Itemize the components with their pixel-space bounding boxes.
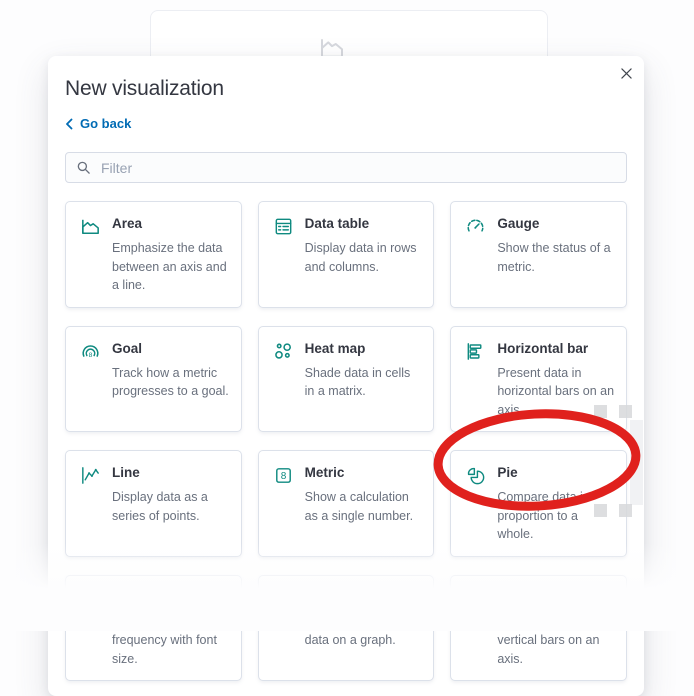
goal-gauge-icon: 8 (79, 339, 103, 420)
horizontal-bar-icon (464, 339, 488, 420)
selection-handle (594, 405, 607, 418)
viz-card-title: Metric (304, 465, 345, 480)
go-back-link[interactable]: Go back (65, 116, 131, 132)
filter-search-bar (65, 152, 627, 183)
viz-card-timelion[interactable]: Timelion Show time series data on a grap… (257, 574, 435, 681)
viz-card-goal[interactable]: 8 Goal Track how a metric progresses to … (65, 325, 242, 432)
viz-card-line[interactable]: Line Display data as a series of points. (65, 450, 242, 557)
page-title: New visualization (65, 77, 224, 100)
viz-card-gauge[interactable]: Gauge Show the status of a metric. (450, 201, 627, 308)
heat-map-icon (272, 339, 296, 420)
line-chart-icon (79, 463, 103, 544)
viz-card-description: Emphasize the data between an axis and a… (112, 241, 227, 292)
selection-edge-artifact (630, 420, 643, 505)
chevron-left-icon (65, 118, 73, 130)
viz-card-description: Display data as a series of points. (112, 490, 208, 523)
selection-handle (619, 405, 632, 418)
viz-card-tag-cloud[interactable]: Tag cloud Display word frequency with fo… (65, 574, 242, 681)
visualization-type-grid: Area Emphasize the data between an axis … (65, 201, 627, 681)
area-chart-icon (79, 214, 103, 295)
gauge-icon (464, 214, 488, 295)
viz-card-metric[interactable]: 8 Metric Show a calculation as a single … (257, 450, 435, 557)
viz-card-description: Show time series data on a graph. (304, 614, 400, 648)
viz-card-title: Heat map (304, 340, 366, 356)
viz-card-description: Shade data in cells in a matrix. (304, 365, 411, 399)
svg-text:8: 8 (280, 471, 286, 482)
viz-card-title: Timelion (304, 589, 360, 605)
close-icon[interactable] (617, 64, 635, 82)
viz-card-title: Horizontal bar (497, 340, 589, 356)
search-icon (76, 160, 91, 175)
tag-cloud-icon (79, 588, 103, 669)
viz-card-title: Area (112, 216, 143, 231)
viz-card-description: Show the status of a metric. (497, 241, 611, 274)
new-visualization-modal: New visualization Go back Area Emphasize… (48, 56, 644, 696)
svg-text:8: 8 (89, 351, 93, 358)
viz-card-description: Present data in vertical bars on an axis… (497, 614, 600, 666)
viz-card-title: Data table (304, 216, 370, 231)
viz-card-data-table[interactable]: Data table Display data in rows and colu… (257, 201, 435, 308)
selection-handle (594, 504, 607, 517)
viz-card-title: Gauge (497, 216, 540, 231)
viz-card-description: Track how a metric progresses to a goal. (112, 365, 229, 399)
viz-card-title: Line (112, 465, 140, 480)
pie-chart-icon (464, 463, 488, 544)
viz-card-description: Display word frequency with font size. (112, 614, 217, 666)
viz-card-vertical-bar[interactable]: Vertical bar Present data in vertical ba… (450, 574, 627, 681)
viz-card-description: Show a calculation as a single number. (304, 490, 414, 523)
timelion-face-icon (272, 588, 296, 669)
vertical-bar-icon (464, 588, 488, 669)
data-table-icon (272, 214, 296, 295)
viz-card-title: Goal (112, 340, 143, 356)
go-back-label: Go back (80, 116, 132, 131)
viz-card-title: Pie (497, 465, 518, 480)
viz-card-title: Tag cloud (112, 589, 175, 605)
viz-card-title: Vertical bar (497, 589, 571, 605)
filter-input[interactable] (99, 158, 616, 177)
viz-card-heat-map[interactable]: Heat map Shade data in cells in a matrix… (257, 325, 435, 432)
viz-card-description: Display data in rows and columns. (304, 241, 417, 274)
viz-card-area[interactable]: Area Emphasize the data between an axis … (65, 201, 242, 308)
selection-handle (619, 504, 632, 517)
metric-icon: 8 (272, 463, 296, 544)
